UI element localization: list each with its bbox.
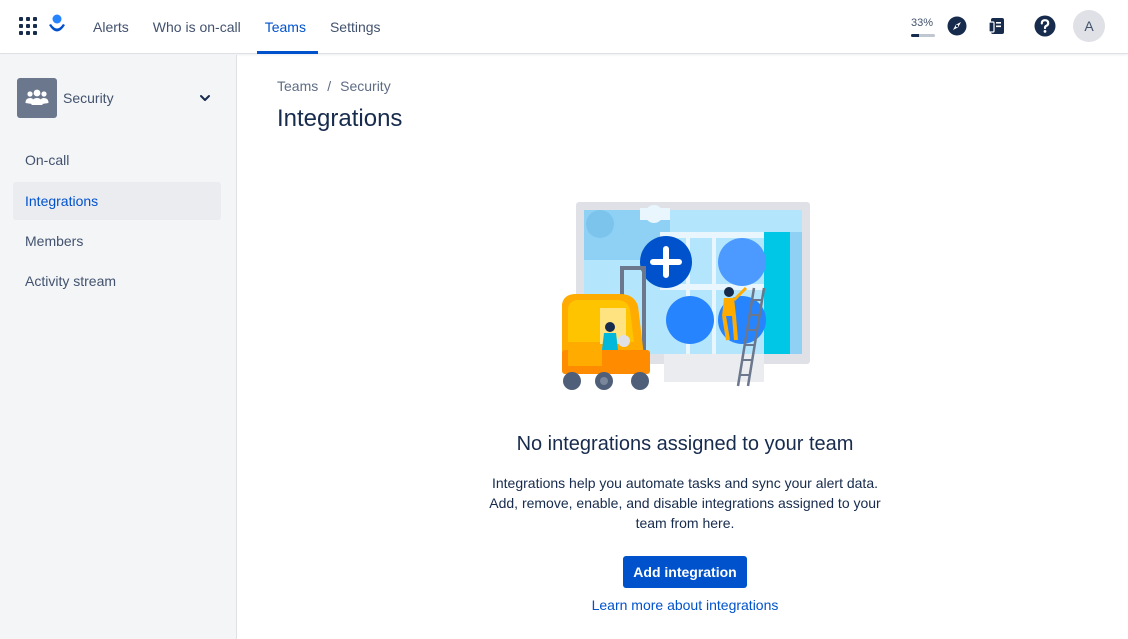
team-switcher[interactable]: Security: [17, 77, 221, 119]
team-avatar: [17, 78, 57, 118]
team-sidebar: Security On-call Integrations Members Ac…: [0, 55, 237, 639]
chevron-down-icon: [200, 95, 210, 101]
page-title: Integrations: [277, 105, 403, 132]
breadcrumb: Teams / Security: [277, 78, 391, 94]
app-switcher-icon[interactable]: [19, 17, 37, 35]
onboarding-progress[interactable]: 33%: [911, 17, 935, 37]
breadcrumb-teams[interactable]: Teams: [277, 78, 318, 94]
opsgenie-logo-icon[interactable]: [48, 14, 66, 36]
empty-state-title: No integrations assigned to your team: [516, 433, 854, 455]
sidebar-item-members[interactable]: Members: [13, 222, 221, 260]
top-navigation: Alerts Who is on-call Teams Settings 33%…: [0, 0, 1128, 54]
progress-fill: [911, 34, 919, 37]
user-avatar[interactable]: A: [1073, 10, 1105, 42]
empty-state-description: Integrations help you automate tasks and…: [489, 475, 881, 531]
nav-who-is-on-call[interactable]: Who is on-call: [141, 0, 253, 54]
team-name: Security: [63, 90, 114, 106]
add-integration-button[interactable]: Add integration: [623, 556, 747, 588]
help-icon[interactable]: [1034, 15, 1056, 37]
sidebar-item-integrations[interactable]: Integrations: [13, 182, 221, 220]
compass-icon[interactable]: [947, 16, 967, 36]
primary-nav: Alerts Who is on-call Teams Settings: [81, 0, 393, 54]
learn-more-link[interactable]: Learn more about integrations: [560, 597, 810, 613]
integrations-empty-illustration: [562, 202, 810, 390]
nav-alerts[interactable]: Alerts: [81, 0, 141, 54]
progress-percent: 33%: [911, 17, 934, 29]
team-people-icon: [25, 89, 49, 105]
sidebar-item-on-call[interactable]: On-call: [13, 141, 221, 179]
breadcrumb-separator: /: [327, 78, 332, 94]
nav-teams[interactable]: Teams: [253, 0, 319, 54]
sidebar-item-activity-stream[interactable]: Activity stream: [13, 262, 221, 300]
nav-settings[interactable]: Settings: [318, 0, 393, 54]
progress-track: [911, 34, 935, 37]
notebook-icon[interactable]: [987, 16, 1007, 36]
breadcrumb-security[interactable]: Security: [340, 78, 391, 94]
